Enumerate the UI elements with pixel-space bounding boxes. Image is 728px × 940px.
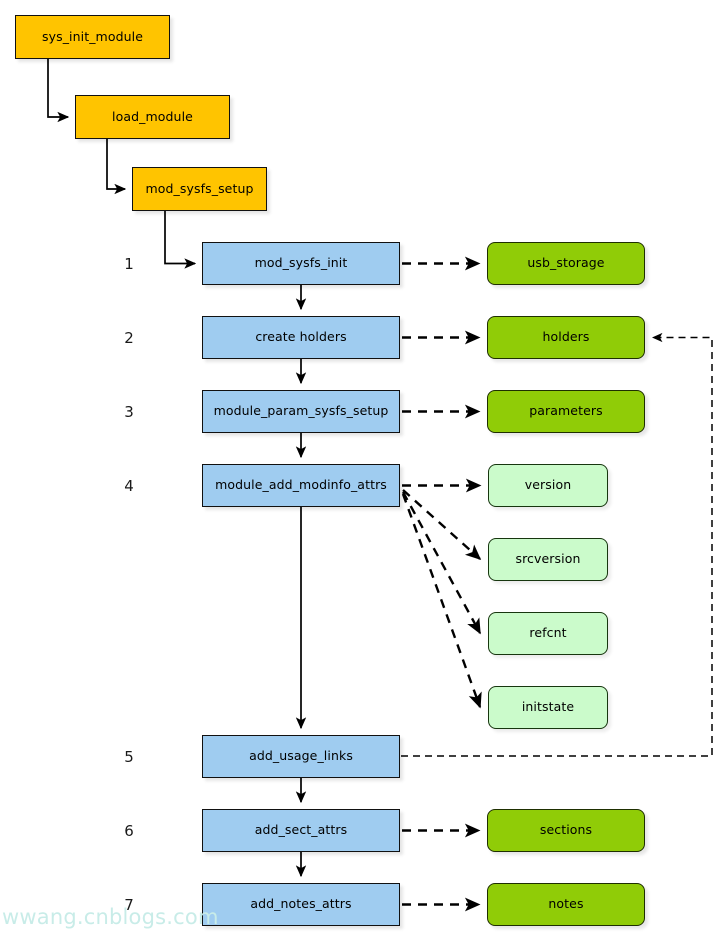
node-label: notes — [548, 896, 584, 912]
node-holders[interactable]: holders — [487, 316, 645, 359]
node-refcnt[interactable]: refcnt — [488, 612, 608, 655]
node-add-notes-attrs[interactable]: add_notes_attrs — [202, 883, 400, 926]
node-label: sys_init_module — [41, 28, 144, 44]
node-add-usage-links[interactable]: add_usage_links — [202, 735, 400, 778]
node-label: usb_storage — [527, 255, 605, 271]
edge-sys-init-module-to-load-module — [47, 59, 70, 123]
node-usb-storage[interactable]: usb_storage — [487, 242, 645, 285]
node-label: sections — [539, 822, 593, 838]
node-add-sect-attrs[interactable]: add_sect_attrs — [202, 809, 400, 852]
node-label: initstate — [521, 699, 575, 715]
node-label: parameters — [529, 403, 603, 419]
edge-module-add-modinfo-attrs-to-srcversion — [402, 489, 482, 561]
node-label: add_sect_attrs — [254, 822, 348, 838]
step-number-4: 4 — [124, 477, 134, 495]
step-number-5: 5 — [124, 748, 134, 766]
node-label: module_param_sysfs_setup — [213, 403, 389, 419]
node-label: version — [524, 477, 572, 493]
flow-diagram: sys_init_module load_module mod_sysfs_se… — [0, 0, 728, 940]
node-create-holders[interactable]: create holders — [202, 316, 400, 359]
step-number-2: 2 — [124, 329, 134, 347]
node-label: load_module — [112, 108, 193, 124]
node-initstate[interactable]: initstate — [488, 686, 608, 729]
node-version[interactable]: version — [488, 464, 608, 507]
node-mod-sysfs-init[interactable]: mod_sysfs_init — [202, 242, 400, 285]
step-number-3: 3 — [124, 403, 134, 421]
node-parameters[interactable]: parameters — [487, 390, 645, 433]
edge-module-add-modinfo-attrs-to-initstate — [401, 493, 482, 709]
node-sys-init-module[interactable]: sys_init_module — [15, 15, 170, 59]
node-label: create holders — [255, 329, 347, 345]
edge-module-add-modinfo-attrs-to-refcnt — [401, 491, 482, 635]
node-label: add_usage_links — [249, 748, 353, 764]
node-label: holders — [542, 329, 590, 345]
node-label: module_add_modinfo_attrs — [215, 477, 387, 493]
watermark: wwang.cnblogs.com — [2, 905, 219, 929]
node-sections[interactable]: sections — [487, 809, 645, 852]
node-label: mod_sysfs_setup — [145, 180, 254, 196]
node-module-param-sysfs-setup[interactable]: module_param_sysfs_setup — [202, 390, 400, 433]
step-number-1: 1 — [124, 255, 134, 273]
edge-load-module-to-mod-sysfs-setup — [106, 139, 127, 195]
node-label: refcnt — [529, 625, 567, 641]
node-mod-sysfs-setup[interactable]: mod_sysfs_setup — [132, 167, 267, 211]
node-load-module[interactable]: load_module — [75, 95, 230, 139]
node-label: mod_sysfs_init — [254, 255, 348, 271]
node-notes[interactable]: notes — [487, 883, 645, 926]
step-number-6: 6 — [124, 822, 134, 840]
node-srcversion[interactable]: srcversion — [488, 538, 608, 581]
node-label: srcversion — [515, 551, 581, 567]
node-label: add_notes_attrs — [250, 896, 352, 912]
edge-mod-sysfs-setup-to-mod-sysfs-init — [164, 211, 197, 269]
node-module-add-modinfo-attrs[interactable]: module_add_modinfo_attrs — [202, 464, 400, 507]
